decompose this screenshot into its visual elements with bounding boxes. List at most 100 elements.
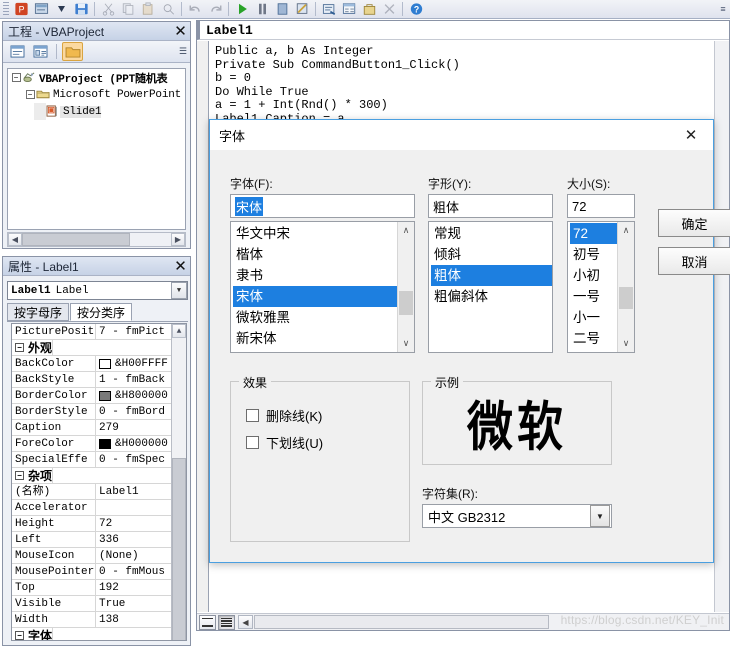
expander-icon[interactable]: − <box>10 73 22 82</box>
font-style-option[interactable]: 粗体 <box>431 265 552 286</box>
property-row[interactable]: Top 192 <box>12 579 171 596</box>
property-row[interactable]: MousePointer 0 - fmMous <box>12 563 171 580</box>
property-row[interactable]: BackStyle 1 - fmBack <box>12 371 171 388</box>
charset-select[interactable]: 中文 GB2312 ▼ <box>422 504 612 528</box>
design-mode-icon[interactable] <box>292 1 312 18</box>
font-style-option[interactable]: 粗偏斜体 <box>431 286 552 307</box>
scroll-left-icon[interactable]: ◀ <box>8 233 22 246</box>
vscroll-thumb[interactable] <box>399 291 413 315</box>
vscroll-track[interactable] <box>172 338 186 640</box>
help-icon[interactable]: ? <box>406 1 426 18</box>
property-value[interactable]: 192 <box>96 580 171 596</box>
vscroll-thumb[interactable] <box>619 287 633 309</box>
font-style-input[interactable]: 粗体 <box>428 194 553 218</box>
underline-checkbox[interactable]: 下划线(U) <box>246 433 323 452</box>
collapse-icon[interactable]: − <box>15 343 24 352</box>
view-object-icon[interactable] <box>30 42 51 61</box>
procedure-view-button[interactable] <box>199 614 216 630</box>
property-row[interactable]: PicturePosit 7 - fmPict <box>12 324 171 340</box>
save-icon[interactable] <box>71 1 91 18</box>
checkbox-icon[interactable] <box>246 436 259 449</box>
font-family-option[interactable]: 新宋体 <box>233 328 397 349</box>
property-value[interactable]: 0 - fmMous <box>96 564 171 580</box>
project-tree-hscrollbar[interactable]: ◀ ▶ <box>7 232 186 247</box>
property-row[interactable]: Visible True <box>12 595 171 612</box>
close-icon[interactable]: ✕ <box>173 259 188 274</box>
property-value[interactable]: &H00FFFF <box>96 356 171 372</box>
font-style-option[interactable]: 常规 <box>431 223 552 244</box>
property-value[interactable]: 138 <box>96 612 171 628</box>
stop-icon[interactable] <box>272 1 292 18</box>
redo-icon[interactable] <box>205 1 225 18</box>
tab-alphabetic[interactable]: 按字母序 <box>7 303 70 321</box>
copy-icon[interactable] <box>118 1 138 18</box>
strikethrough-checkbox[interactable]: 删除线(K) <box>246 406 322 425</box>
scroll-down-icon[interactable]: ∨ <box>398 335 414 352</box>
project-toolbar-overflow[interactable]: ☰ <box>179 46 190 57</box>
chevron-down-icon[interactable]: ▼ <box>171 282 187 299</box>
project-tree[interactable]: − VBAProject (PPT随机表 − Microsoft PowerPo… <box>7 68 186 230</box>
cancel-button[interactable]: 取消 <box>658 247 730 275</box>
property-row[interactable]: BorderStyle 0 - fmBord <box>12 403 171 420</box>
font-size-input[interactable]: 72 <box>567 194 635 218</box>
property-value[interactable]: &H800000 <box>96 388 171 404</box>
property-row[interactable]: (名称) Label1 <box>12 483 171 500</box>
scroll-down-icon[interactable]: ∨ <box>618 335 634 352</box>
font-size-option[interactable]: 小一 <box>570 307 617 328</box>
font-style-option[interactable]: 倾斜 <box>431 244 552 265</box>
close-icon[interactable]: ✕ <box>669 120 713 150</box>
property-value[interactable]: True <box>96 596 171 612</box>
size-list-scrollbar[interactable]: ∧ ∨ <box>617 222 634 352</box>
properties-grid-vscrollbar[interactable]: ▲ ▼ <box>171 324 186 640</box>
font-family-option[interactable]: 隶书 <box>233 265 397 286</box>
tab-categorized[interactable]: 按分类序 <box>70 303 133 321</box>
expander-icon[interactable]: − <box>24 90 36 99</box>
find-icon[interactable] <box>158 1 178 18</box>
pause-icon[interactable] <box>252 1 272 18</box>
ppt-logo-icon[interactable]: P <box>11 1 31 18</box>
run-icon[interactable] <box>232 1 252 18</box>
property-row[interactable]: Height 72 <box>12 515 171 532</box>
property-row[interactable]: BorderColor &H800000 <box>12 387 171 404</box>
dropdown-arrow-icon[interactable] <box>51 1 71 18</box>
font-size-option[interactable]: 二号 <box>570 328 617 349</box>
vscroll-thumb[interactable] <box>172 458 186 640</box>
toolbar-grip[interactable] <box>3 2 9 16</box>
property-row[interactable]: − 外观 <box>12 339 171 356</box>
scroll-left-icon[interactable]: ◀ <box>238 615 253 629</box>
paste-icon[interactable] <box>138 1 158 18</box>
property-value[interactable]: (None) <box>96 548 171 564</box>
font-family-option[interactable]: 楷体 <box>233 244 397 265</box>
font-size-option[interactable]: 初号 <box>570 244 617 265</box>
font-family-input[interactable]: 宋体 <box>230 194 415 218</box>
tree-item-slide1[interactable]: Slide1 <box>8 103 185 120</box>
font-size-option[interactable]: 一号 <box>570 286 617 307</box>
code-text[interactable]: Public a, b As Integer Private Sub Comma… <box>215 44 713 126</box>
scroll-up-icon[interactable]: ∧ <box>618 222 634 239</box>
toolbox-icon[interactable] <box>359 1 379 18</box>
scroll-up-icon[interactable]: ▲ <box>172 324 186 338</box>
property-value[interactable] <box>52 627 171 640</box>
vscroll-track[interactable] <box>618 239 634 335</box>
ok-button[interactable]: 确定 <box>658 209 730 237</box>
property-value[interactable]: 0 - fmSpec <box>96 452 171 468</box>
font-list-scrollbar[interactable]: ∧ ∨ <box>397 222 414 352</box>
project-explorer-icon[interactable] <box>319 1 339 18</box>
property-row[interactable]: − 杂项 <box>12 467 171 484</box>
property-row[interactable]: ForeColor &H000000 <box>12 435 171 452</box>
property-row[interactable]: Width 138 <box>12 611 171 628</box>
property-row[interactable]: BackColor &H00FFFF <box>12 355 171 372</box>
font-family-option[interactable]: 宋体 <box>233 286 397 307</box>
tree-item-powerpoint-objects[interactable]: − Microsoft PowerPoint <box>8 86 185 103</box>
property-value[interactable]: &H000000 <box>96 436 171 452</box>
property-row[interactable]: MouseIcon (None) <box>12 547 171 564</box>
property-row[interactable]: SpecialEffe 0 - fmSpec <box>12 451 171 468</box>
properties-grid[interactable]: PicturePosit 7 - fmPict − 外观 BackColor &H00FF… <box>11 323 187 641</box>
object-browser-icon[interactable] <box>379 1 399 18</box>
property-value[interactable]: 279 <box>96 420 171 436</box>
font-family-option[interactable]: 微软雅黑 <box>233 307 397 328</box>
view-object-icon[interactable] <box>31 1 51 18</box>
property-value[interactable]: 7 - fmPict <box>96 324 171 340</box>
font-style-list[interactable]: 常规 倾斜 粗体 粗偏斜体 <box>428 221 553 353</box>
property-row[interactable]: Caption 279 <box>12 419 171 436</box>
